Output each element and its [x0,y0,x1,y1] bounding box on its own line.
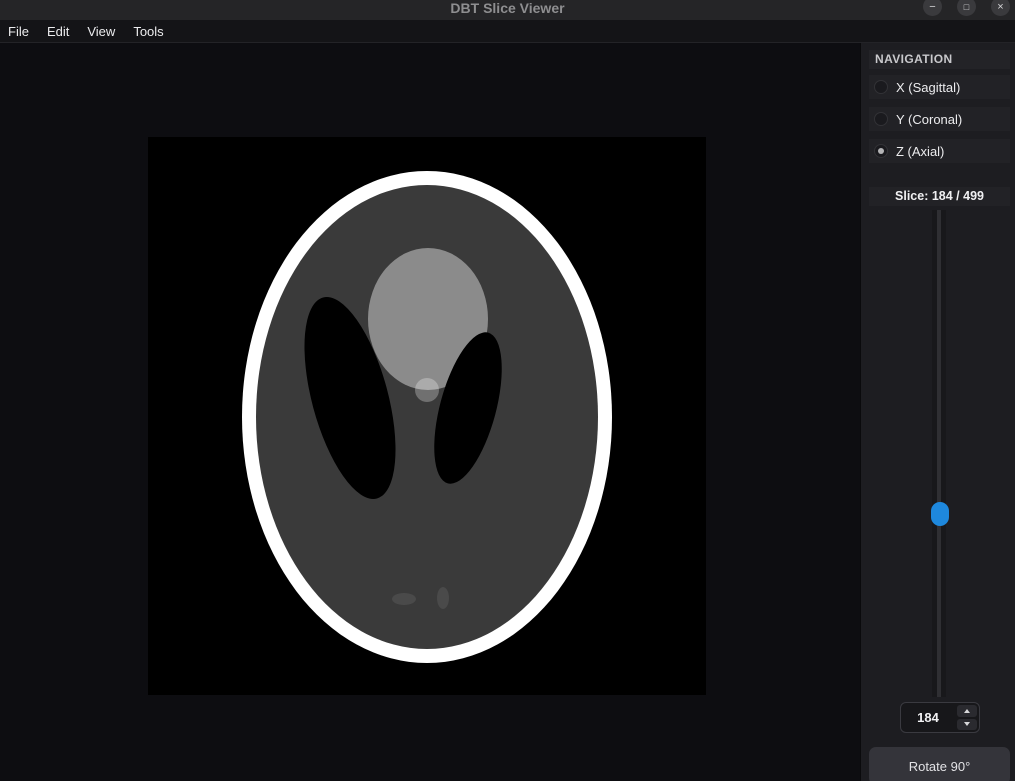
slice-slider-track[interactable] [932,210,946,697]
menubar: File Edit View Tools [0,20,1015,43]
menu-view[interactable]: View [78,20,124,42]
radio-selected-icon[interactable] [874,144,888,158]
slice-slider-handle[interactable] [931,502,949,526]
arrow-up-icon [964,709,970,713]
spin-up-button[interactable] [957,705,977,717]
slider-groove [937,210,941,697]
rotate-90-button[interactable]: Rotate 90° [869,747,1010,781]
slice-image [148,137,706,695]
titlebar: DBT Slice Viewer − □ × [0,0,1015,20]
axis-option-x-sagittal[interactable]: X (Sagittal) [869,75,1010,99]
minimize-icon: − [929,1,935,13]
axis-option-label: X (Sagittal) [896,80,960,95]
phantom-graphic [148,137,706,695]
menu-tools[interactable]: Tools [124,20,172,42]
axis-option-label: Y (Coronal) [896,112,962,127]
close-icon: × [997,1,1003,13]
spin-down-button[interactable] [957,719,977,731]
arrow-down-icon [964,722,970,726]
menu-file[interactable]: File [0,20,38,42]
axis-option-z-axial[interactable]: Z (Axial) [869,139,1010,163]
navigation-panel: NAVIGATION X (Sagittal) Y (Coronal) Z (A… [860,43,1015,781]
axis-option-y-coronal[interactable]: Y (Coronal) [869,107,1010,131]
viewer-area [0,44,860,781]
app-window: DBT Slice Viewer − □ × File Edit View To… [0,0,1015,781]
radio-unselected-icon[interactable] [874,80,888,94]
menu-edit[interactable]: Edit [38,20,78,42]
window-title: DBT Slice Viewer [0,0,1015,18]
axis-option-label: Z (Axial) [896,144,944,159]
radio-unselected-icon[interactable] [874,112,888,126]
spinbox-buttons [955,703,979,732]
slice-number-input[interactable] [901,703,955,732]
navigation-header: NAVIGATION [869,50,1010,69]
slice-spinbox [900,702,980,733]
slice-counter-label: Slice: 184 / 499 [869,187,1010,206]
maximize-icon: □ [964,2,969,12]
